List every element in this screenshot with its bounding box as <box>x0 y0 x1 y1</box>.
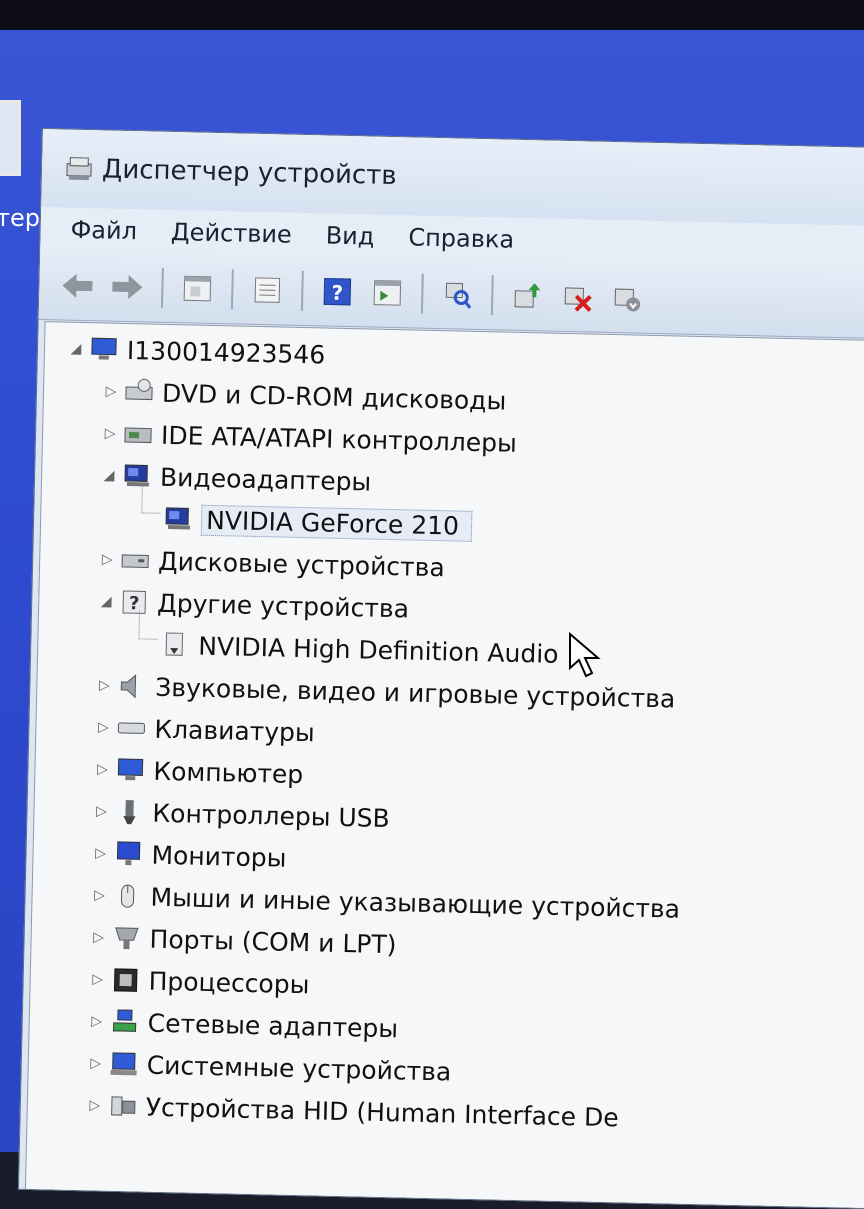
tree-item-label: Сетевые адаптеры <box>147 1008 398 1043</box>
expand-arrow-icon[interactable]: ▷ <box>100 383 122 399</box>
expand-arrow-icon[interactable]: ▷ <box>87 971 109 987</box>
tree-item-label: NVIDIA High Definition Audio <box>198 631 559 668</box>
expand-arrow-icon[interactable]: ▷ <box>93 677 115 693</box>
disk-drive-icon <box>118 545 153 576</box>
help-icon[interactable]: ? <box>317 271 358 312</box>
expand-arrow-icon[interactable]: ▷ <box>90 803 112 819</box>
device-manager-icon <box>64 154 95 185</box>
tree-category-node[interactable]: ▷ IDE ATA/ATAPI контроллеры <box>99 413 518 462</box>
speaker-icon <box>115 671 150 702</box>
processor-icon <box>108 965 143 996</box>
tree-category-node[interactable]: ◢ Видеоадаптеры <box>98 455 372 501</box>
tree-category-node[interactable]: ▷ Клавиатуры <box>92 707 315 752</box>
tree-item-label: Системные устройства <box>146 1050 451 1086</box>
up-pane-icon[interactable] <box>177 268 218 309</box>
show-hide-icon[interactable] <box>367 272 408 313</box>
tree-category-node[interactable]: ▷ Дисковые устройства <box>96 539 445 587</box>
collapse-arrow-icon[interactable]: ◢ <box>95 593 117 609</box>
tree-item-label: Другие устройства <box>157 588 409 623</box>
tree-root-node[interactable]: ◢ I130014923546 <box>65 329 326 375</box>
uninstall-icon[interactable] <box>557 277 598 318</box>
tree-category-node[interactable]: ▷ Процессоры <box>86 959 310 1004</box>
scan-icon[interactable] <box>437 274 478 315</box>
tree-item-label: Процессоры <box>148 966 309 999</box>
port-icon <box>109 923 144 954</box>
collapse-arrow-icon[interactable]: ◢ <box>98 467 120 483</box>
tree-item-label: Порты (COM и LPT) <box>149 924 396 959</box>
usb-icon <box>112 797 147 828</box>
expand-arrow-icon[interactable]: ▷ <box>96 551 118 567</box>
expand-arrow-icon[interactable]: ▷ <box>88 887 110 903</box>
tree-item-label: Мониторы <box>151 840 287 872</box>
expand-arrow-icon[interactable]: ▷ <box>86 1013 108 1029</box>
tree-item-label: I130014923546 <box>127 335 326 368</box>
display-adapter-icon <box>161 504 196 535</box>
collapse-arrow-icon[interactable]: ◢ <box>65 341 87 357</box>
tree-item-label: Клавиатуры <box>154 714 315 747</box>
back-icon[interactable] <box>57 265 98 306</box>
toolbar-separator <box>491 275 494 315</box>
window-title: Диспетчер устройств <box>102 154 397 191</box>
tree-category-node[interactable]: ▷ Сетевые адаптеры <box>85 1001 398 1048</box>
expand-arrow-icon[interactable]: ▷ <box>89 845 111 861</box>
tree-category-node[interactable]: ▷ DVD и CD-ROM дисководы <box>100 371 507 420</box>
toolbar-separator <box>301 271 304 311</box>
menu-help[interactable]: Справка <box>408 223 514 253</box>
tree-item-label: IDE ATA/ATAPI контроллеры <box>161 420 517 457</box>
system-device-icon <box>106 1049 141 1080</box>
expand-arrow-icon[interactable]: ▷ <box>85 1055 107 1071</box>
expand-arrow-icon[interactable]: ▷ <box>92 719 114 735</box>
hid-icon <box>105 1091 140 1122</box>
expand-arrow-icon[interactable]: ▷ <box>87 929 109 945</box>
tree-connector-line <box>138 610 158 639</box>
menu-view[interactable]: Вид <box>325 221 374 250</box>
monitor-icon <box>111 839 146 870</box>
tree-item-label: Мыши и иные указывающие устройства <box>150 882 680 923</box>
forward-icon[interactable] <box>107 267 148 308</box>
tree-category-node[interactable]: ▷ Системные устройства <box>84 1043 451 1091</box>
tree-device-node[interactable]: NVIDIA High Definition Audio <box>158 625 559 674</box>
tree-item-label: Контроллеры USB <box>152 798 390 832</box>
toolbar-separator <box>161 268 164 308</box>
properties-icon[interactable] <box>247 270 288 311</box>
device-tree: ◢ I130014923546 ▷ DVD и CD-ROM дисководы ▷ ID… <box>25 321 864 1208</box>
tree-category-node[interactable]: ▷ Контроллеры USB <box>90 791 390 838</box>
dvd-drive-icon <box>122 377 157 408</box>
device-manager-window: Диспетчер устройств Файл Действие Вид Сп… <box>18 128 864 1209</box>
desktop-label: тер <box>0 204 40 232</box>
computer-icon <box>87 334 122 365</box>
expand-arrow-icon[interactable]: ▷ <box>91 761 113 777</box>
tree-item-label: Компьютер <box>153 756 303 788</box>
warning-device-icon <box>158 630 193 661</box>
tree-item-label: NVIDIA GeForce 210 <box>201 504 473 541</box>
expand-arrow-icon[interactable]: ▷ <box>84 1097 106 1113</box>
tree-device-node[interactable]: NVIDIA GeForce 210 <box>161 499 473 546</box>
disable-icon[interactable] <box>607 278 648 319</box>
mouse-icon <box>110 881 145 912</box>
tree-item-label: Устройства HID (Human Interface De <box>145 1092 619 1132</box>
tree-item-label: Дисковые устройства <box>158 546 445 581</box>
update-driver-icon[interactable] <box>507 276 548 317</box>
menu-action[interactable]: Действие <box>171 218 292 249</box>
tree-item-label: DVD и CD-ROM дисководы <box>162 378 507 415</box>
tree-category-node[interactable]: ▷ Порты (COM и LPT) <box>87 917 397 964</box>
tree-item-label: Видеоадаптеры <box>160 462 372 496</box>
network-adapter-icon <box>107 1007 142 1038</box>
keyboard-icon <box>114 713 149 744</box>
ide-controller-icon <box>121 419 156 450</box>
toolbar-separator <box>421 274 424 314</box>
tree-category-node[interactable]: ▷ Устройства HID (Human Interface De <box>83 1085 619 1137</box>
computer-icon <box>113 755 148 786</box>
svg-text:?: ? <box>331 281 343 305</box>
desktop-shortcut-icon[interactable] <box>0 100 21 176</box>
tree-category-node[interactable]: ▷ Компьютер <box>91 749 304 794</box>
tree-connector-line <box>141 484 161 513</box>
tree-category-node[interactable]: ▷ Мониторы <box>89 833 287 877</box>
mouse-cursor-icon <box>568 632 608 682</box>
expand-arrow-icon[interactable]: ▷ <box>99 425 121 441</box>
toolbar-separator <box>231 269 234 309</box>
menu-file[interactable]: Файл <box>70 216 137 245</box>
